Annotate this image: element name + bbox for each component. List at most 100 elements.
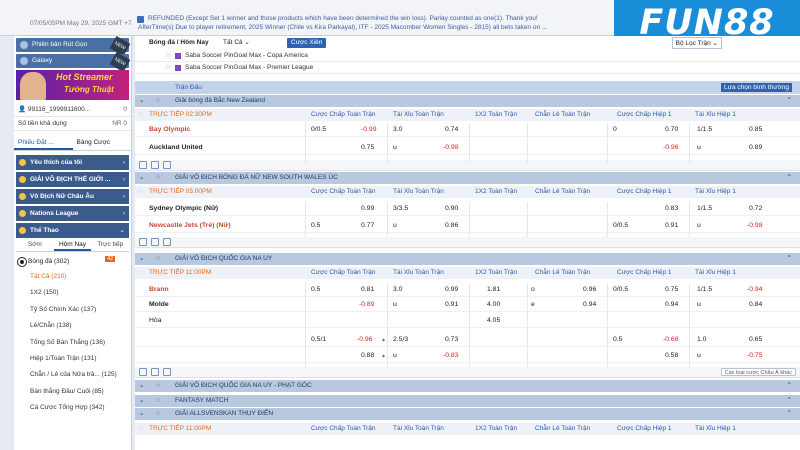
odds-cell[interactable]: 0.81 [361,283,374,297]
tv-icon[interactable] [163,368,171,376]
odds-cell[interactable]: -0.98 [443,141,459,155]
odds-cell[interactable]: 0.96 [583,283,596,297]
odds-cell[interactable]: 2.5/3 [393,333,408,347]
odds-cell[interactable]: 0.5 [311,283,320,297]
list-icon[interactable] [151,161,159,169]
odds-cell[interactable]: 1.81 [487,283,500,297]
odds-cell[interactable]: 4.05 [487,314,500,328]
odds-cell[interactable]: 3.0 [393,123,402,137]
odds-cell[interactable]: 1/1.5 [697,283,712,297]
odds-cell[interactable]: 0/0.5 [613,219,628,233]
list-icon[interactable] [151,238,159,246]
menu-nations-league[interactable]: Nations League › [16,206,129,221]
menu-favorites[interactable]: Yêu thích của tôi › [16,155,129,170]
tab-statement[interactable]: Bảng Cược [73,135,132,150]
odds-cell[interactable]: -0.68 [663,333,679,347]
menu-euro-women[interactable]: Vô Địch Nữ Châu Âu › [16,189,129,204]
star-icon[interactable]: ☆ [155,253,161,265]
odds-cell[interactable]: 0.85 [749,123,762,137]
odds-cell[interactable]: 0/0.5 [311,123,326,137]
odds-cell[interactable]: 0.99 [361,202,374,216]
star-icon[interactable]: ☆ [165,50,171,62]
odds-cell[interactable]: 4.00 [487,298,500,312]
chevron-up-icon[interactable]: ⌃ [787,380,792,392]
odds-cell[interactable]: 0.58 [665,349,678,363]
chevron-up-icon[interactable]: ⌃ [787,95,792,107]
bet-type-item[interactable]: Chẵn / Lẻ của Nửa trâ... (125) [14,367,131,383]
odds-cell[interactable]: u [697,298,701,312]
refresh-icon[interactable]: ◌ [139,109,143,121]
fav-league-row-2[interactable]: ☆ Saba Soccer PinGoal Max - Premier Leagu… [135,62,800,74]
chevron-down-icon[interactable]: ⌄ [139,408,144,420]
odds-cell[interactable]: 0.84 [749,298,762,312]
tv-icon[interactable] [163,238,171,246]
stats-icon[interactable] [139,161,147,169]
odds-cell[interactable]: 0.86 [445,219,458,233]
odds-cell[interactable]: 0.75 [361,141,374,155]
match-filter-button[interactable]: Bộ Lọc Trận ⌄ [671,37,722,49]
league-header[interactable]: ⌄ ☆ FANTASY MATCH ⌃ [135,395,800,407]
breadcrumb-filter[interactable]: Tất Cả ⌄ [223,36,250,50]
odds-cell[interactable]: 0.88 [361,349,374,363]
star-icon[interactable]: ☆ [155,395,161,407]
tv-icon[interactable] [163,161,171,169]
league-header[interactable]: ⌄ ☆ Giải bóng đá Bắc New Zealand ⌃ [135,95,800,107]
bet-type-item[interactable]: Hiệp 1/Toàn Trận (131) [14,351,131,367]
odds-cell[interactable]: o [531,283,535,297]
parlay-button[interactable]: Cược Xiên [287,38,327,48]
odds-cell[interactable]: -0.94 [747,283,763,297]
odds-cell[interactable]: u [697,349,701,363]
odds-cell[interactable]: 0.5/1 [311,333,326,347]
odds-cell[interactable]: 0.72 [749,202,762,216]
odds-type-select[interactable]: Lựa chọn bình thường [720,83,792,92]
odds-cell[interactable]: 0.74 [445,123,458,137]
bet-type-item[interactable]: Bàn thắng Đầu/ Cuối (85) [14,384,131,400]
odds-cell[interactable]: -0.98 [747,219,763,233]
star-icon[interactable]: ☆ [155,172,161,184]
odds-cell[interactable]: -0.99 [361,123,377,137]
bet-type-item[interactable]: Lẻ/Chẵn (138) [14,318,131,334]
odds-cell[interactable]: 0.91 [445,298,458,312]
odds-cell[interactable]: 0 [613,123,617,137]
odds-cell[interactable]: 0.99 [445,283,458,297]
odds-cell[interactable]: 1.0 [697,333,706,347]
odds-cell[interactable]: 0.89 [749,141,762,155]
odds-cell[interactable]: 3/3.5 [393,202,408,216]
odds-cell[interactable]: 0.90 [445,202,458,216]
galaxy-button[interactable]: Galaxy NEW [16,52,131,72]
league-header[interactable]: ⌄ ☆ GIẢI VÔ ĐỊCH QUỐC GIA NA UY ⌃ [135,253,800,265]
odds-cell[interactable]: 1/1.5 [697,123,712,137]
star-icon[interactable]: ☆ [155,408,161,420]
odds-cell[interactable]: 0.94 [665,298,678,312]
odds-cell[interactable]: 0.70 [665,123,678,137]
odds-cell[interactable]: 3.0 [393,283,402,297]
chevron-down-icon[interactable]: ⌄ [139,172,144,184]
bet-type-item[interactable]: Tổng Số Bàn Thắng (136) [14,335,131,351]
refresh-icon[interactable]: ◌ [139,186,143,198]
odds-cell[interactable]: u [393,141,397,155]
menu-world-cup[interactable]: GIẢI VÔ ĐỊCH THẾ GIỚI ... › [16,172,129,187]
menu-sports[interactable]: Thể Thao ⌄ [16,223,129,238]
hot-streamer-banner[interactable]: Hot Streamer Tường Thuật [16,70,129,100]
odds-cell[interactable]: e [531,298,535,312]
odds-cell[interactable]: -0.96 [357,333,373,347]
chevron-up-icon[interactable]: ⌃ [787,395,792,407]
odds-cell[interactable]: 0.77 [361,219,374,233]
bet-type-item[interactable]: Tỷ Số Chính Xác (137) [14,302,131,318]
league-header[interactable]: ⌄ ☆ GIẢI ALLSVENSKAN THỤY ĐIỂN ⌃ [135,408,800,420]
odds-cell[interactable]: 0.5 [311,219,320,233]
more-asian-bets-button[interactable]: Các loại cược Châu Á khác [720,368,796,376]
odds-cell[interactable]: 0/0.5 [613,283,628,297]
league-header[interactable]: ⌄ ☆ GIẢI VÔ ĐỊCH QUỐC GIA NA UY - PHẠT GÓC… [135,380,800,392]
odds-cell[interactable]: u [697,141,701,155]
stats-icon[interactable] [139,238,147,246]
odds-cell[interactable]: 0.65 [749,333,762,347]
odds-cell[interactable]: u [393,298,397,312]
star-icon[interactable]: ☆ [155,95,161,107]
tab-live[interactable]: Trực tiếp 42 [91,238,129,262]
odds-cell[interactable]: 0.91 [665,219,678,233]
star-icon[interactable]: ☆ [155,380,161,392]
refresh-icon[interactable]: ◌ [139,267,143,279]
league-header[interactable]: ⌄ ☆ GIẢI VÔ ĐỊCH BÓNG ĐÁ NỮ NEW SOUTH WALE… [135,172,800,184]
tab-early[interactable]: Sớm [16,238,54,251]
